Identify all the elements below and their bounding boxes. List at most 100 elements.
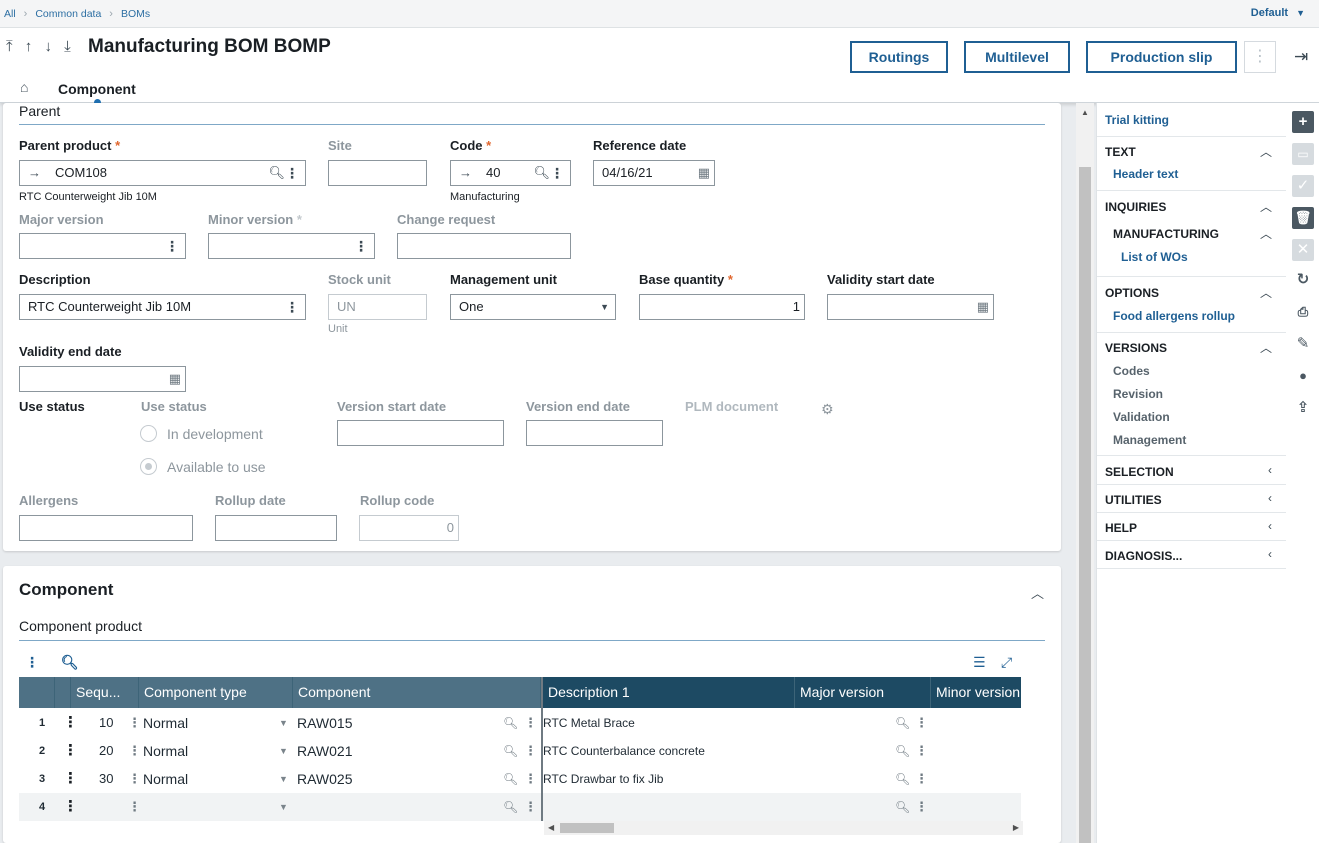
grid-header-minor-version[interactable]: Minor version <box>931 677 1021 708</box>
more-icon[interactable]: ⋮ <box>915 793 928 821</box>
rollup-date-field[interactable] <box>215 515 337 541</box>
more-icon[interactable]: ⋮ <box>524 793 537 821</box>
more-icon[interactable]: ⋮ <box>128 709 141 737</box>
management-unit-select[interactable]: One ▼ <box>450 294 616 320</box>
version-end-date-field[interactable] <box>526 420 663 446</box>
grid-header-component[interactable]: Component <box>293 677 541 708</box>
management-link[interactable]: Management <box>1113 433 1186 447</box>
attachment-icon[interactable]: ✎ <box>1292 333 1314 355</box>
delete-icon[interactable]: 🗑︎ <box>1292 207 1314 229</box>
description-cell[interactable]: RTC Counterbalance concrete <box>543 737 705 765</box>
table-row[interactable]: 3 ⋮ 30 ⋮ Normal ▼ RAW025 🔍︎ ⋮ RTC Drawba… <box>19 765 1021 793</box>
search-icon[interactable]: 🔍︎ <box>268 161 285 185</box>
options-section-header[interactable]: OPTIONS <box>1105 286 1159 300</box>
component-type-cell[interactable]: Normal <box>143 737 188 765</box>
caret-down-icon[interactable]: ▼ <box>279 793 288 821</box>
grid-horizontal-scrollbar[interactable]: ◀ ▶ <box>544 821 1023 835</box>
comment-icon[interactable]: ● <box>1292 365 1314 387</box>
caret-down-icon[interactable]: ▼ <box>279 709 288 737</box>
scroll-right-icon[interactable]: ▶ <box>1013 821 1019 835</box>
production-slip-button[interactable]: Production slip <box>1086 41 1237 73</box>
tab-component[interactable]: Component <box>58 81 136 97</box>
layers-icon[interactable]: ☰ <box>973 654 986 671</box>
grid-header-major-version[interactable]: Major version <box>795 677 931 708</box>
manufacturing-subsection-header[interactable]: MANUFACTURING <box>1113 227 1219 241</box>
validity-start-date-field[interactable]: ▦ <box>827 294 994 320</box>
more-icon[interactable]: ⋮ <box>550 161 564 185</box>
radio-in-development[interactable]: In development <box>140 424 263 444</box>
grid-options-icon[interactable]: ⋮ <box>25 654 39 670</box>
code-field[interactable]: → 40 🔍︎ ⋮ <box>450 160 571 186</box>
expand-icon[interactable]: ⤢ <box>1001 654 1012 671</box>
grid-header-description[interactable]: Description 1 <box>543 677 795 708</box>
search-icon[interactable]: 🔍︎ <box>503 737 518 765</box>
more-icon[interactable]: ⋮ <box>524 765 537 793</box>
row-menu-icon[interactable]: ⋮ <box>63 765 78 793</box>
version-start-date-field[interactable] <box>337 420 504 446</box>
site-field[interactable] <box>328 160 427 186</box>
record-navigation-arrows[interactable]: ⤒ ↑ ↓ ⤓ <box>6 38 75 55</box>
collapse-icon[interactable]: ︿ <box>1031 583 1044 602</box>
page-vertical-scrollbar[interactable]: ▲ <box>1076 103 1094 843</box>
row-menu-icon[interactable]: ⋮ <box>63 737 78 765</box>
component-cell[interactable]: RAW021 <box>297 737 353 765</box>
minor-version-field[interactable]: ⋮ <box>208 233 375 259</box>
caret-down-icon[interactable]: ▼ <box>279 765 288 793</box>
save-icon[interactable]: ▭ <box>1292 143 1314 165</box>
table-row-new[interactable]: 4 ⋮ ⋮ ▼ 🔍︎ ⋮ 🔍︎ ⋮ <box>19 793 1021 821</box>
codes-link[interactable]: Codes <box>1113 364 1150 378</box>
breadcrumb-common-data[interactable]: Common data <box>35 8 101 20</box>
chevron-up-icon[interactable]: ︿ <box>1260 225 1272 242</box>
versions-section-header[interactable]: VERSIONS <box>1105 341 1167 355</box>
chevron-up-icon[interactable]: ︿ <box>1260 339 1272 356</box>
description-cell[interactable]: RTC Metal Brace <box>543 709 635 737</box>
utilities-section-header[interactable]: UTILITIES <box>1105 493 1162 507</box>
scrollbar-thumb[interactable] <box>560 823 614 833</box>
frozen-column-separator[interactable] <box>541 677 543 821</box>
breadcrumb-boms[interactable]: BOMs <box>121 8 150 20</box>
header-text-link[interactable]: Header text <box>1113 167 1178 181</box>
more-actions-icon[interactable]: ⋮ <box>1244 41 1276 73</box>
change-request-field[interactable] <box>397 233 571 259</box>
help-section-header[interactable]: HELP <box>1105 521 1137 535</box>
caret-down-icon[interactable]: ▼ <box>600 295 609 319</box>
calendar-icon[interactable]: ▦ <box>169 367 181 391</box>
table-row[interactable]: 2 ⋮ 20 ⋮ Normal ▼ RAW021 🔍︎ ⋮ RTC Counte… <box>19 737 1021 765</box>
chevron-up-icon[interactable]: ︿ <box>1260 198 1272 215</box>
more-icon[interactable]: ⋮ <box>524 709 537 737</box>
profile-selector[interactable]: Default ▼ <box>1251 7 1305 19</box>
print-icon[interactable]: ⎙ <box>1292 301 1314 323</box>
search-icon[interactable]: 🔍︎ <box>503 793 518 821</box>
table-row[interactable]: 1 ⋮ 10 ⋮ Normal ▼ RAW015 🔍︎ ⋮ RTC Metal … <box>19 709 1021 737</box>
diagnosis-section-header[interactable]: DIAGNOSIS... <box>1105 549 1182 563</box>
more-icon[interactable]: ⋮ <box>285 161 299 185</box>
search-icon[interactable]: 🔍︎ <box>503 709 518 737</box>
sequence-cell[interactable]: 10 <box>99 709 113 737</box>
radio-circle[interactable] <box>140 424 157 442</box>
component-cell[interactable]: RAW025 <box>297 765 353 793</box>
food-allergens-rollup-link[interactable]: Food allergens rollup <box>1113 309 1235 323</box>
text-section-header[interactable]: TEXT <box>1105 145 1136 159</box>
search-icon[interactable]: 🔍︎ <box>533 161 550 185</box>
multilevel-button[interactable]: Multilevel <box>964 41 1070 73</box>
selection-section-header[interactable]: SELECTION <box>1105 465 1174 479</box>
row-menu-icon[interactable]: ⋮ <box>63 709 78 737</box>
search-icon[interactable]: 🔍︎ <box>61 654 79 670</box>
add-icon[interactable]: + <box>1292 111 1314 133</box>
scroll-up-icon[interactable]: ▲ <box>1081 108 1089 117</box>
search-icon[interactable]: 🔍︎ <box>895 793 910 821</box>
arrow-right-icon[interactable]: → <box>28 165 41 180</box>
component-cell[interactable]: RAW015 <box>297 709 353 737</box>
chevron-up-icon[interactable]: ︿ <box>1260 143 1272 160</box>
more-icon[interactable]: ⋮ <box>128 737 141 765</box>
inquiries-section-header[interactable]: INQUIRIES <box>1105 200 1166 214</box>
more-icon[interactable]: ⋮ <box>165 234 179 258</box>
description-field[interactable]: RTC Counterweight Jib 10M ⋮ <box>19 294 306 320</box>
component-type-cell[interactable]: Normal <box>143 709 188 737</box>
scroll-left-icon[interactable]: ◀ <box>548 821 554 835</box>
more-icon[interactable]: ⋮ <box>128 793 141 821</box>
more-icon[interactable]: ⋮ <box>915 709 928 737</box>
exit-icon[interactable]: ⇥ <box>1294 47 1308 67</box>
more-icon[interactable]: ⋮ <box>285 295 299 319</box>
search-icon[interactable]: 🔍︎ <box>895 709 910 737</box>
